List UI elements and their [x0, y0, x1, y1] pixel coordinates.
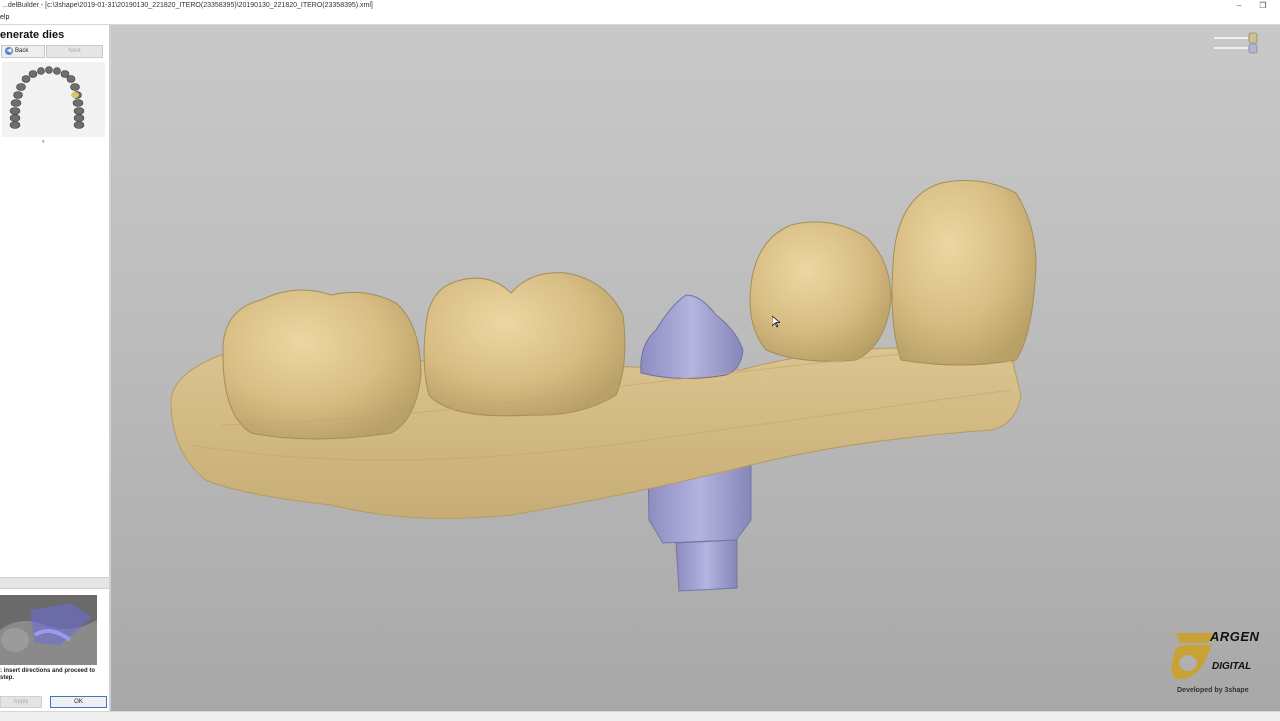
back-button[interactable]: ◀ Back — [1, 45, 45, 58]
ok-button[interactable]: OK — [50, 696, 107, 708]
title-bar: ...delBuilder - [c:\3shape\2019-01-31\20… — [0, 0, 1280, 12]
view-orientation-widget[interactable] — [1212, 30, 1262, 56]
molar-left — [222, 289, 422, 440]
step-title: enerate dies — [0, 29, 65, 41]
mouse-cursor-icon — [771, 315, 781, 333]
back-arrow-icon: ◀ — [5, 47, 13, 55]
argen-digital-logo: ARGEN DIGITAL Developed by 3shape — [1166, 629, 1274, 703]
logo-developed-by: Developed by 3shape — [1177, 687, 1249, 694]
next-label: Next — [68, 48, 81, 54]
dental-model-render[interactable] — [111, 25, 1280, 711]
prepared-die — [640, 294, 744, 380]
window-title: ...delBuilder - [c:\3shape\2019-01-31\20… — [2, 2, 373, 9]
dental-arch-thumbnail[interactable] — [2, 62, 105, 137]
next-button[interactable]: Next — [46, 45, 103, 58]
3d-viewport[interactable]: ARGEN DIGITAL Developed by 3shape — [111, 25, 1280, 711]
logo-brand: ARGEN — [1210, 629, 1260, 644]
menu-bar: elp — [0, 12, 1280, 25]
molar-middle — [423, 272, 626, 417]
back-label: Back — [15, 48, 29, 54]
restore-icon[interactable]: ❐ — [1256, 0, 1270, 12]
apply-button[interactable]: Apply — [0, 696, 42, 708]
help-illustration — [0, 595, 97, 665]
logo-sub: DIGITAL — [1212, 661, 1252, 672]
help-text: : insert directions and proceed to step. — [0, 668, 96, 681]
wizard-sidebar: enerate dies ◀ Back Next ▾: insert dire… — [0, 25, 111, 712]
canine — [891, 180, 1037, 366]
minimize-icon[interactable]: – — [1232, 0, 1246, 12]
help-section-header — [0, 577, 109, 589]
arch-caret-icon: ▾ — [42, 139, 45, 145]
menu-help[interactable]: elp — [0, 12, 9, 24]
premolar — [749, 221, 892, 362]
